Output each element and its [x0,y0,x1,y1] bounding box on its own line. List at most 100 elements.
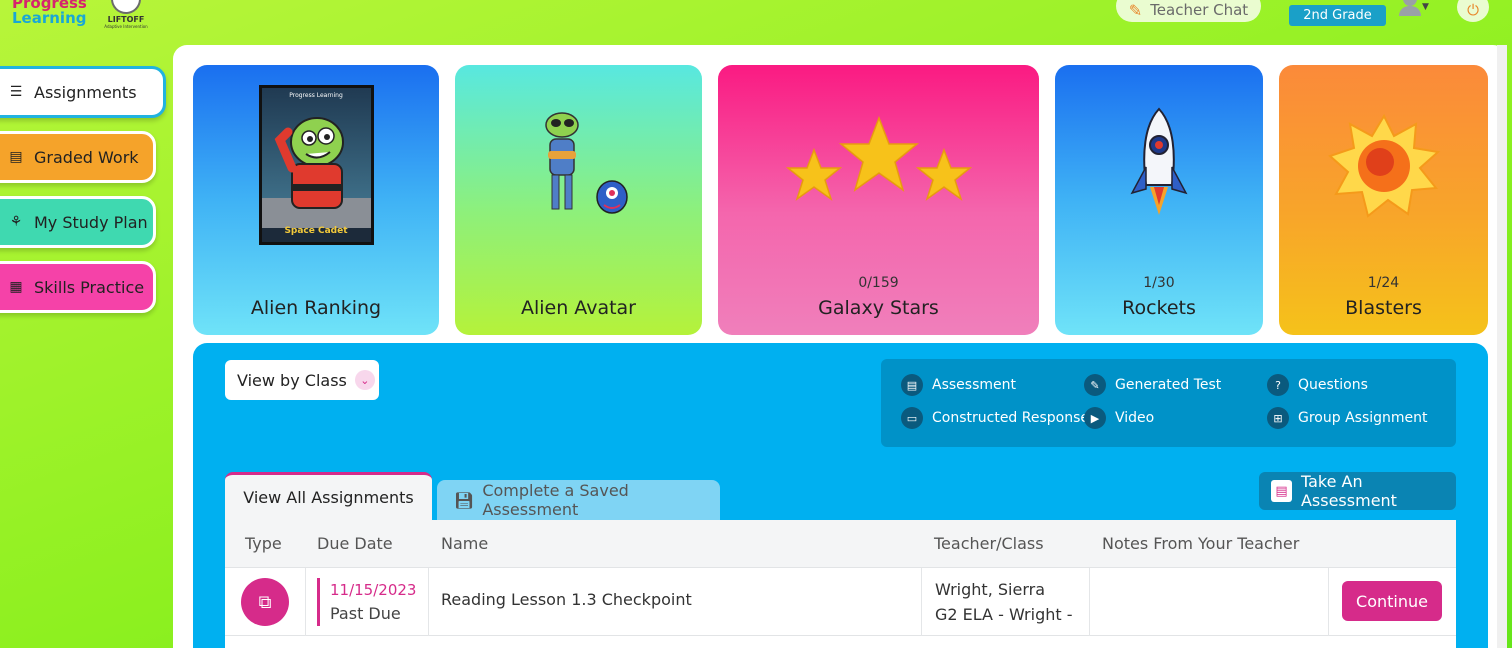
scrollbar[interactable] [1497,45,1507,648]
legend-label: Video [1115,410,1155,426]
cell-divider [1089,568,1090,636]
rocket-icon [1130,107,1188,215]
liftoff-emblem-icon [111,0,141,14]
card-blasters[interactable]: 1/24 Blasters [1279,65,1488,335]
take-assessment-button[interactable]: ▤ Take An Assessment [1259,472,1456,510]
practice-icon: ▦ [9,279,23,295]
card-count: 1/30 [1143,275,1175,291]
legend-label: Group Assignment [1298,410,1428,426]
legend-assessment: ▤ Assessment [901,374,1016,396]
col-teacher-class[interactable]: Teacher/Class [934,534,1044,553]
liftoff-logo: LIFTOFF Adaptive Intervention [104,0,148,29]
teacher-class-cell: Wright, Sierra G2 ELA - Wright - [935,577,1073,627]
card-title: Blasters [1345,297,1422,319]
legend-label: Assessment [932,377,1016,393]
legend-group-assignment: ⊞ Group Assignment [1267,407,1428,429]
cell-divider [1328,568,1329,636]
due-date: 11/15/2023 [330,581,417,599]
user-avatar-body [1399,6,1421,16]
view-select-label: View by Class [237,370,347,390]
due-date-cell: 11/15/2023 Past Due [317,578,416,626]
caret-down-icon: ▼ [1422,2,1429,12]
alien-ranking-art: Progress Learning Space Cadet [193,65,439,265]
grade-badge: 2nd Grade [1289,5,1386,26]
generated-test-icon: ✎ [1084,374,1106,396]
poster-top-text: Progress Learning [289,92,343,99]
cell-divider [428,568,429,636]
table-header: Type Due Date Name Teacher/Class Notes F… [225,520,1456,568]
card-count: 1/24 [1367,275,1400,291]
card-title: Alien Ranking [250,297,382,319]
chevron-down-icon: ⌄ [354,370,375,390]
col-name[interactable]: Name [441,534,488,553]
group-assignment-icon: ⊞ [1267,407,1289,429]
legend-label: Generated Test [1115,377,1222,393]
explosion-icon [1327,113,1440,218]
legend-constructed-response: ▭ Constructed Response [901,407,1089,429]
sidebar-item-label: Graded Work [34,147,139,167]
question-icon: ? [1267,374,1289,396]
tab-view-all-assignments[interactable]: View All Assignments [225,472,432,520]
continue-button[interactable]: Continue [1342,581,1442,621]
sidebar-item-label: Skills Practice [34,277,145,297]
chat-icon: ✎ [1128,0,1143,20]
stack-icon: ☰ [9,84,23,100]
card-alien-ranking[interactable]: Progress Learning Space Cadet Alien Rank… [193,65,439,335]
sidebar-item-label: Assignments [34,82,137,102]
col-due-date[interactable]: Due Date [317,534,393,553]
group-assignment-icon: ⧉ [241,578,289,626]
assignments-table: Type Due Date Name Teacher/Class Notes F… [225,520,1456,648]
class-name: G2 ELA - Wright - [935,605,1073,624]
power-icon[interactable]: ⏻ [1457,0,1489,22]
sidebar-item-skills-practice[interactable]: ▦ Skills Practice [0,261,156,313]
teacher-chat-label: Teacher Chat [1150,1,1249,19]
card-rockets[interactable]: 1/30 Rockets [1055,65,1263,335]
sidebar-item-label: My Study Plan [34,212,148,232]
teacher-name: Wright, Sierra [935,580,1045,599]
galaxy-stars-art [718,65,1039,265]
legend-label: Constructed Response [932,410,1090,426]
card-title: Rockets [1122,297,1196,319]
space-cadet-poster: Progress Learning Space Cadet [258,85,374,245]
brand-logo[interactable]: Progress Learning [12,0,87,26]
sidebar-item-graded-work[interactable]: ▤ Graded Work [0,131,156,183]
col-notes: Notes From Your Teacher [1102,534,1300,553]
alien-avatar-icon [544,112,628,214]
card-alien-avatar[interactable]: Alien Avatar [455,65,702,335]
legend-generated-test: ✎ Generated Test [1084,374,1221,396]
type-legend: ▤ Assessment ✎ Generated Test ? Question… [881,359,1456,447]
stars-icon [785,115,972,201]
rockets-art [1055,65,1263,265]
sidebar-item-assignments[interactable]: ☰ Assignments [0,66,166,118]
video-icon: ▶ [1084,407,1106,429]
user-menu-button[interactable]: ▼ [1394,0,1438,22]
brand-line2: Learning [12,9,87,27]
due-status: Past Due [330,604,401,623]
blasters-art [1279,65,1488,265]
col-type[interactable]: Type [245,534,282,553]
teacher-chat-button[interactable]: ✎ Teacher Chat [1116,0,1261,22]
poster-caption: Space Cadet [284,226,348,236]
cell-divider [921,568,922,636]
liftoff-label: LIFTOFF [107,15,145,24]
legend-questions: ? Questions [1267,374,1368,396]
legend-label: Questions [1298,377,1368,393]
card-title: Galaxy Stars [818,297,939,319]
tab-label: Complete a Saved Assessment [482,481,629,519]
tab-complete-saved-assessment[interactable]: 💾︎ Complete a Saved Assessment [437,480,720,520]
take-assessment-label: Take An Assessment [1300,472,1397,510]
assignment-name: Reading Lesson 1.3 Checkpoint [441,590,692,609]
cell-divider [305,568,306,636]
assessment-icon: ▤ [1271,480,1292,502]
alien-cadet-icon [274,117,344,209]
clipboard-icon: ▤ [9,149,23,165]
assessment-icon: ▤ [901,374,923,396]
sidebar-item-study-plan[interactable]: ⚘ My Study Plan [0,196,156,248]
legend-video: ▶ Video [1084,407,1154,429]
view-by-class-select[interactable]: View by Class ⌄ [225,360,379,400]
save-icon: 💾︎ [454,490,475,510]
alien-avatar-art [455,65,702,265]
table-row[interactable]: ⧉ 11/15/2023 Past Due Reading Lesson 1.3… [225,568,1456,636]
liftoff-sub: Adaptive Intervention [104,24,148,29]
card-galaxy-stars[interactable]: 0/159 Galaxy Stars [718,65,1039,335]
